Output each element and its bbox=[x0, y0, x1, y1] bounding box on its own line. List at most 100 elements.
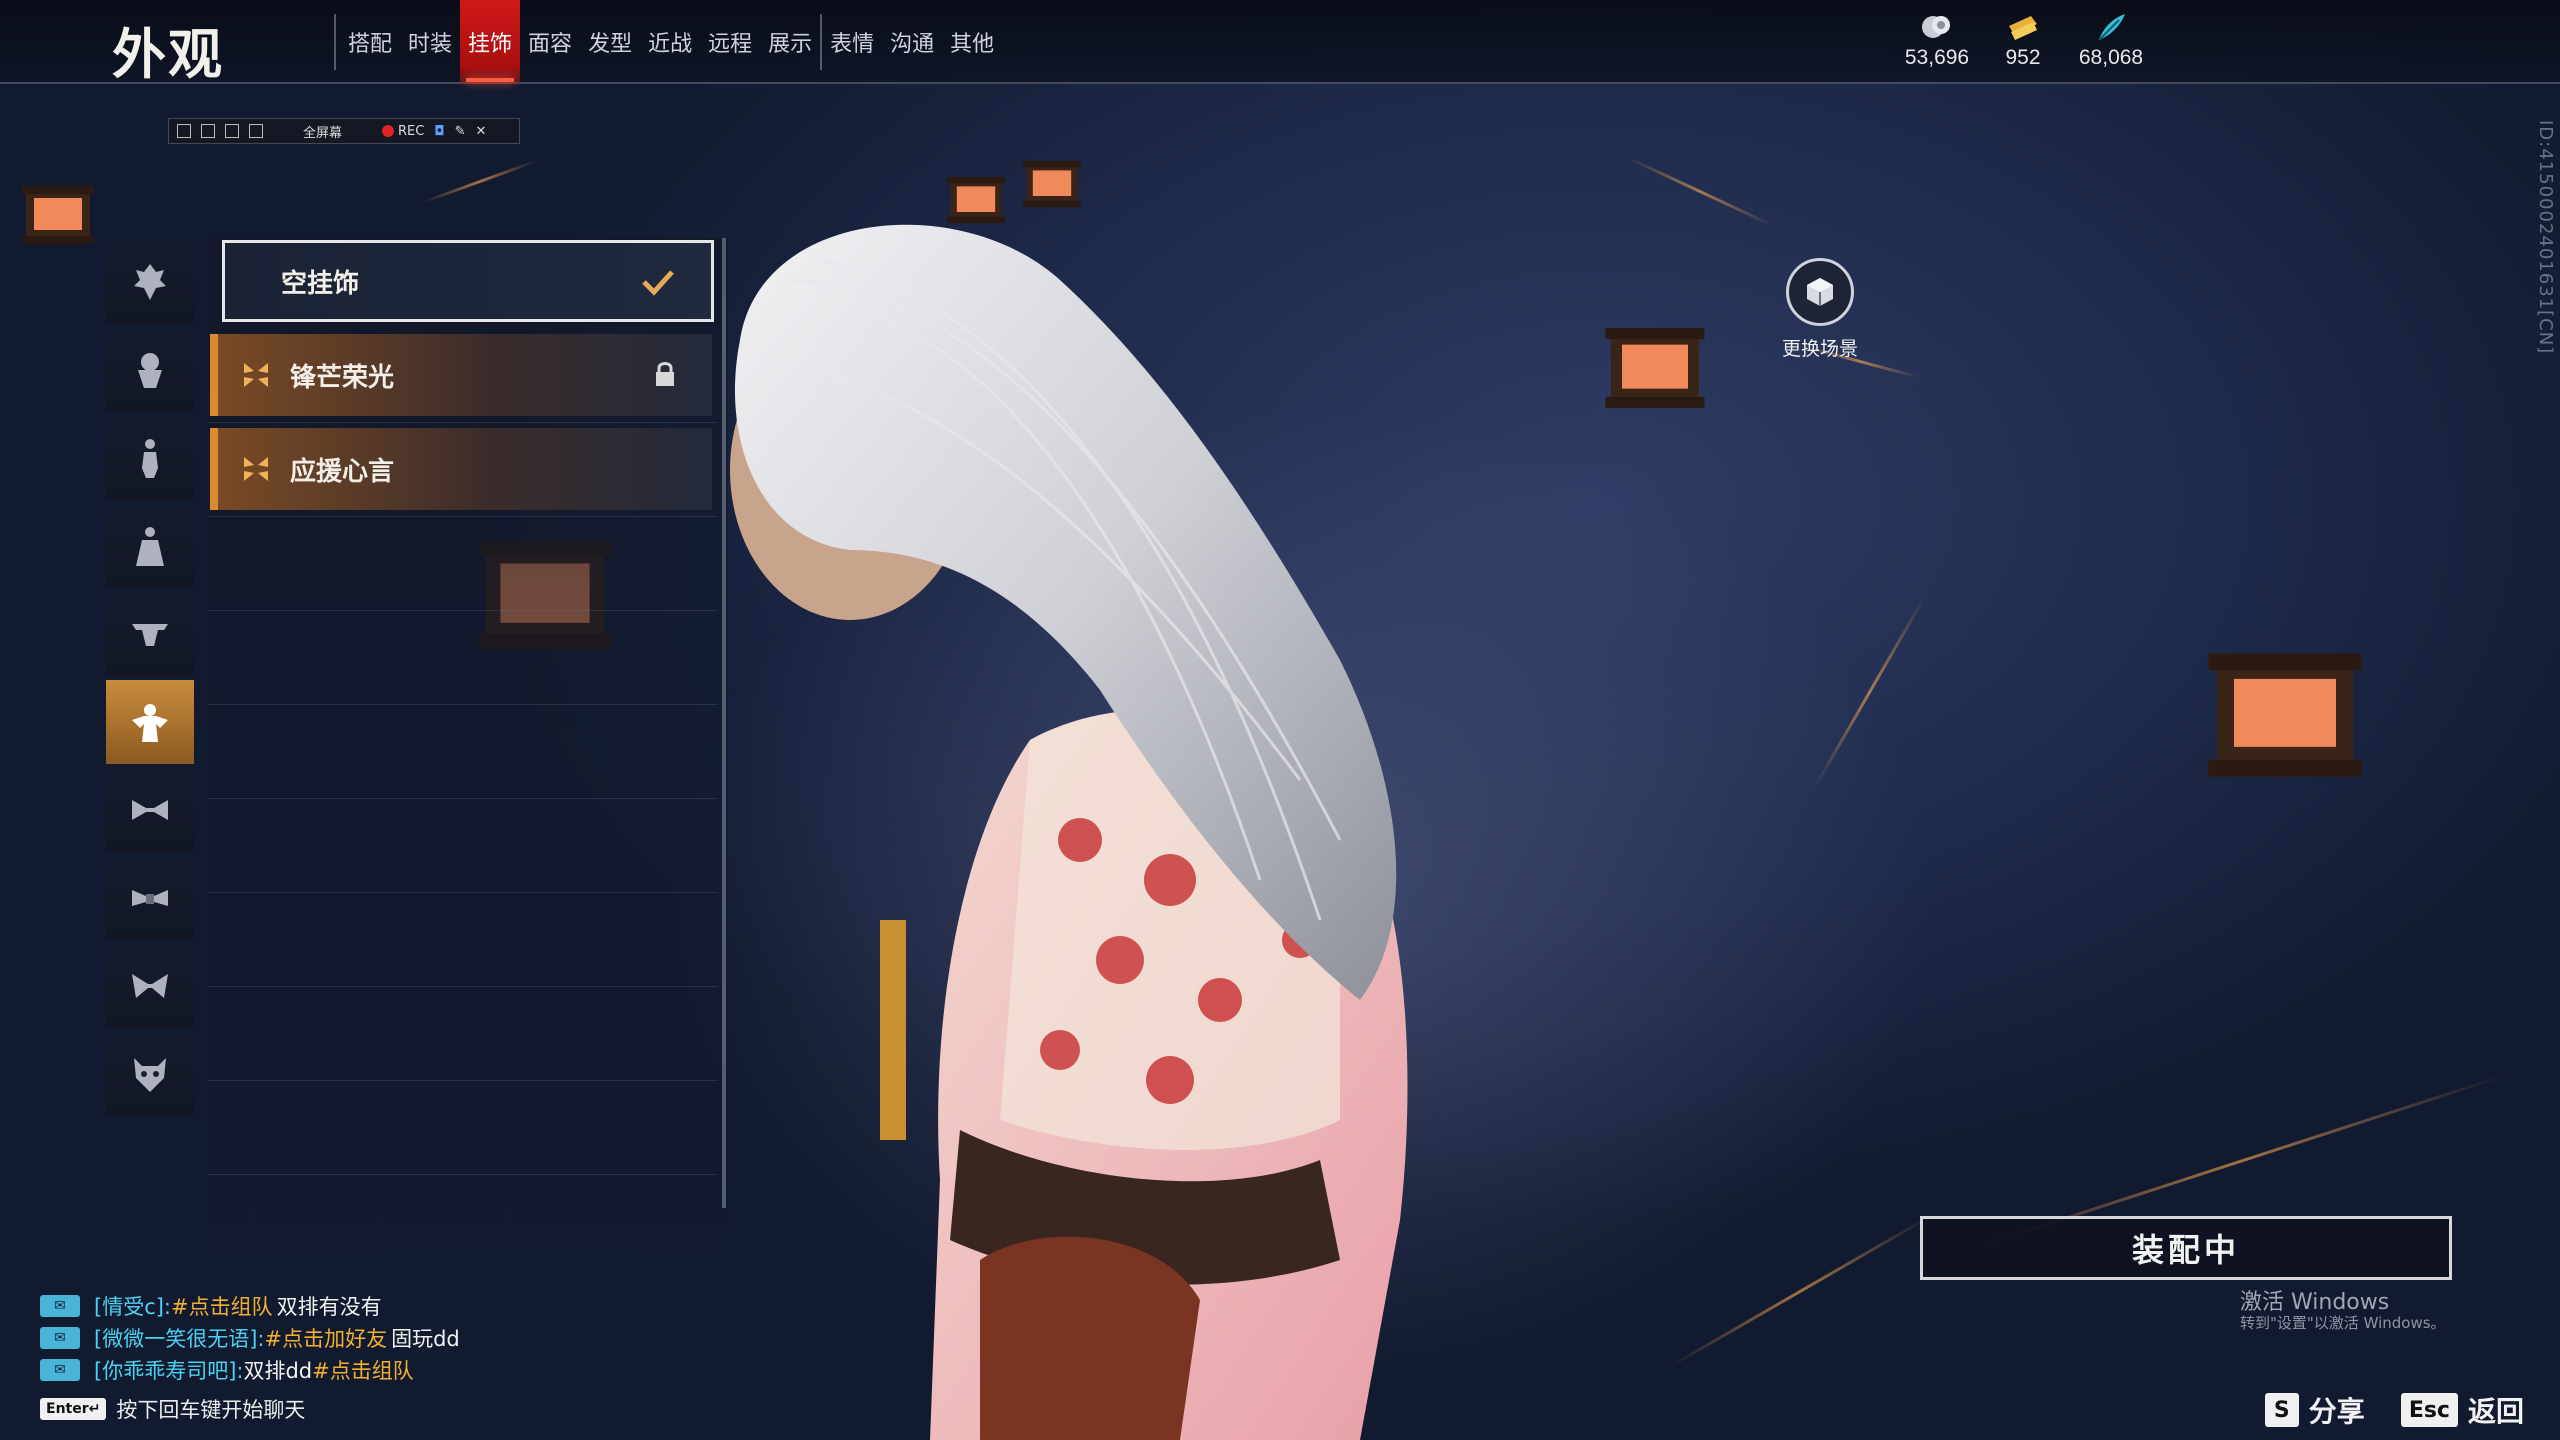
record-dot-icon bbox=[382, 125, 395, 137]
ornament-item-locked[interactable]: 锋芒荣光 bbox=[210, 334, 712, 416]
lock-icon bbox=[656, 362, 674, 386]
change-scene-label: 更换场景 bbox=[1781, 338, 1858, 360]
close-icon[interactable]: ✕ bbox=[476, 124, 487, 139]
chat-text: 固玩dd bbox=[391, 1327, 460, 1351]
page-title: 外观 bbox=[112, 23, 224, 86]
category-head-icon bbox=[138, 353, 162, 388]
tab-communicate[interactable]: 沟通 bbox=[882, 0, 942, 84]
category-bow-icon bbox=[132, 974, 168, 998]
category-head[interactable] bbox=[106, 328, 194, 412]
pen-icon[interactable]: ✎ bbox=[455, 124, 466, 139]
item-label: 空挂饰 bbox=[281, 268, 360, 299]
scene-cube-icon bbox=[1786, 258, 1854, 326]
category-warrior-icon bbox=[134, 264, 166, 300]
divider bbox=[334, 14, 336, 70]
category-column bbox=[106, 240, 194, 1120]
chat-message: ✉ [你乖乖寿司吧]: 双排dd #点击组队 bbox=[40, 1354, 460, 1386]
tab-emote[interactable]: 表情 bbox=[822, 0, 882, 84]
divider bbox=[208, 1174, 718, 1175]
chat-channel-icon: ✉ bbox=[40, 1295, 80, 1317]
fullscreen-button[interactable]: 全屏幕 bbox=[303, 122, 342, 141]
category-back-ornament-icon bbox=[132, 704, 168, 742]
chat-input-hint[interactable]: Enter↵ 按下回车键开始聊天 bbox=[40, 1394, 305, 1424]
category-mask-icon bbox=[134, 1058, 166, 1092]
chat-panel: ✉ [情受c]: #点击组队 双排有没有 ✉ [微微一笑很无语]: #点击加好友… bbox=[40, 1290, 460, 1386]
category-back-ornament[interactable] bbox=[106, 680, 194, 764]
chat-sender[interactable]: [微微一笑很无语]: bbox=[94, 1323, 264, 1353]
tab-bar: 搭配 时装 挂饰 面容 发型 近战 远程 展示 表情 沟通 其他 bbox=[340, 0, 1002, 84]
esc-key-badge: Esc bbox=[2400, 1393, 2458, 1427]
equip-button[interactable]: 装配中 bbox=[1920, 1216, 2452, 1280]
currency-feathers-value: 68,068 bbox=[2078, 46, 2144, 69]
category-figure-icon bbox=[142, 439, 158, 478]
rarity-star-icon bbox=[244, 363, 268, 387]
category-hat-icon bbox=[132, 624, 168, 646]
character-model bbox=[730, 224, 1408, 1440]
list-scrollbar[interactable] bbox=[722, 238, 726, 1208]
capture-icon[interactable] bbox=[249, 124, 263, 138]
divider bbox=[208, 610, 718, 611]
tab-face[interactable]: 面容 bbox=[520, 0, 580, 84]
category-bow[interactable] bbox=[106, 944, 194, 1028]
divider bbox=[208, 516, 718, 517]
chat-action-link[interactable]: #点击组队 bbox=[171, 1291, 273, 1321]
divider bbox=[208, 704, 718, 705]
item-label: 锋芒荣光 bbox=[290, 362, 395, 393]
coin-icon bbox=[1922, 16, 1950, 38]
category-robe-icon bbox=[136, 527, 164, 566]
chat-sender[interactable]: [情受c]: bbox=[94, 1291, 171, 1321]
chat-channel-icon: ✉ bbox=[40, 1359, 80, 1381]
back-label: 返回 bbox=[2467, 1395, 2524, 1428]
tab-other[interactable]: 其他 bbox=[942, 0, 1002, 84]
lantern-decoration bbox=[1023, 160, 1081, 208]
ticket-icon bbox=[2009, 16, 2037, 40]
region-icon[interactable] bbox=[225, 124, 239, 138]
category-belt-icon bbox=[132, 890, 168, 906]
category-figure[interactable] bbox=[106, 416, 194, 500]
tab-outfit[interactable]: 搭配 bbox=[340, 0, 400, 84]
divider bbox=[208, 422, 718, 423]
category-robe[interactable] bbox=[106, 504, 194, 588]
player-id: ID:4150002401631[CN] bbox=[2535, 120, 2556, 355]
record-button[interactable]: REC bbox=[382, 124, 424, 139]
tab-ranged[interactable]: 远程 bbox=[700, 0, 760, 84]
rarity-star-icon bbox=[244, 457, 268, 481]
divider bbox=[208, 986, 718, 987]
divider bbox=[208, 798, 718, 799]
back-button[interactable]: Esc 返回 bbox=[2400, 1390, 2524, 1430]
chat-action-link[interactable]: #点击组队 bbox=[312, 1355, 414, 1385]
chat-message: ✉ [情受c]: #点击组队 双排有没有 bbox=[40, 1290, 460, 1322]
window-icon[interactable] bbox=[201, 124, 215, 138]
footer-actions: S 分享 Esc 返回 bbox=[2264, 1390, 2524, 1430]
lantern-decoration bbox=[22, 186, 94, 244]
chat-message: ✉ [微微一笑很无语]: #点击加好友 固玩dd bbox=[40, 1322, 460, 1354]
enter-key-badge: Enter↵ bbox=[40, 1398, 107, 1420]
chat-text: 双排有没有 bbox=[276, 1295, 382, 1319]
menu-icon[interactable] bbox=[177, 124, 191, 138]
chat-sender[interactable]: [你乖乖寿司吧]: bbox=[94, 1355, 243, 1385]
tab-melee[interactable]: 近战 bbox=[640, 0, 700, 84]
share-button[interactable]: S 分享 bbox=[2264, 1390, 2365, 1430]
change-scene-button[interactable]: 更换场景 bbox=[1780, 258, 1860, 361]
ornament-item-empty[interactable]: 空挂饰 bbox=[222, 240, 714, 322]
category-hat[interactable] bbox=[106, 592, 194, 676]
category-mask[interactable] bbox=[106, 1032, 194, 1116]
checkmark-icon bbox=[642, 270, 674, 296]
chat-action-link[interactable]: #点击加好友 bbox=[264, 1323, 387, 1353]
camera-icon[interactable]: ◘ bbox=[434, 124, 444, 139]
category-warrior[interactable] bbox=[106, 240, 194, 324]
category-belt[interactable] bbox=[106, 856, 194, 940]
tab-hairstyle[interactable]: 发型 bbox=[580, 0, 640, 84]
tab-fashion[interactable]: 时装 bbox=[400, 0, 460, 84]
feather-icon bbox=[2098, 14, 2125, 41]
tab-display[interactable]: 展示 bbox=[760, 0, 820, 84]
lantern-decoration bbox=[2208, 653, 2362, 777]
chat-channel-icon: ✉ bbox=[40, 1327, 80, 1349]
glow-crack bbox=[1813, 595, 1927, 788]
screen-recorder-toolbar: 全屏幕 REC ◘ ✎ ✕ bbox=[168, 118, 520, 144]
chat-text: 双排dd bbox=[243, 1359, 313, 1383]
record-label: REC bbox=[398, 123, 425, 139]
ornament-item-owned[interactable]: 应援心言 bbox=[210, 428, 712, 510]
tab-ornament[interactable]: 挂饰 bbox=[460, 0, 521, 84]
category-waist[interactable] bbox=[106, 768, 194, 852]
